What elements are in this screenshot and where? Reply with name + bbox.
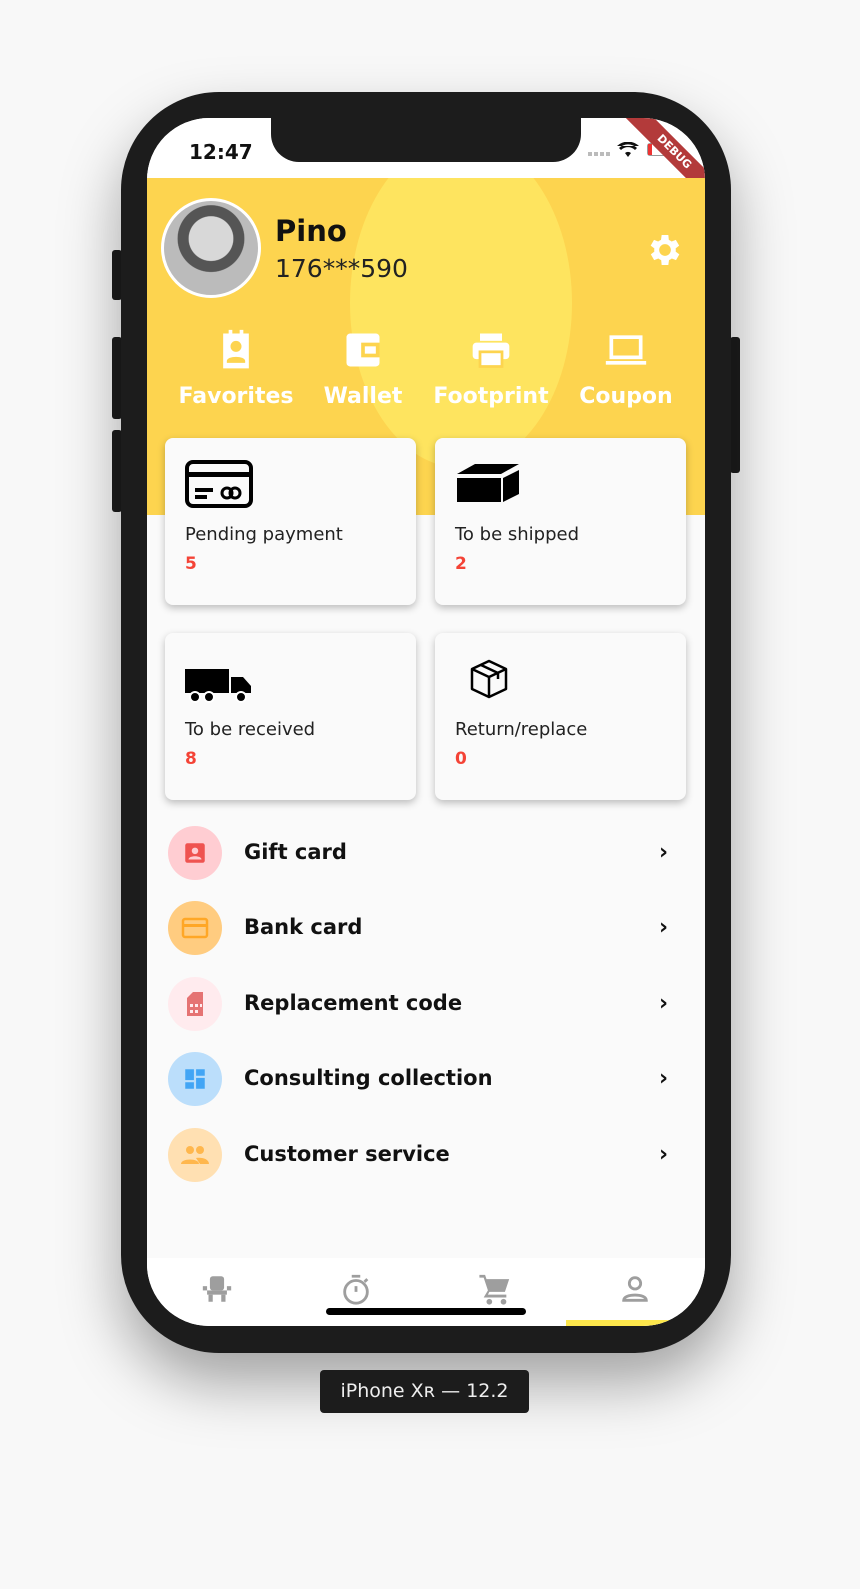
app-screen: 12:47 DEBUG Pino 176***590 Favorites Wal… — [147, 118, 705, 1326]
order-to-be-shipped[interactable]: To be shipped 2 — [435, 438, 686, 605]
quick-wallet[interactable]: Wallet — [298, 328, 428, 409]
status-time: 12:47 — [189, 140, 253, 164]
wallet-icon — [346, 333, 380, 367]
user-phone: 176***590 — [275, 254, 408, 283]
order-to-be-received[interactable]: To be received 8 — [165, 633, 416, 800]
bottom-nav — [147, 1258, 705, 1326]
dashboard-icon — [185, 1069, 205, 1089]
active-tab-indicator — [566, 1320, 705, 1326]
menu-gift-card[interactable]: Gift card › — [147, 818, 705, 888]
menu-label: Customer service — [244, 1142, 450, 1166]
order-return-replace[interactable]: Return/replace 0 — [435, 633, 686, 800]
order-label: Pending payment — [185, 524, 343, 545]
order-label: To be received — [185, 719, 316, 740]
credit-card-icon — [185, 460, 253, 508]
home-indicator[interactable] — [326, 1308, 526, 1315]
quick-favorites[interactable]: Favorites — [171, 328, 301, 409]
user-name: Pino — [275, 214, 347, 248]
signal-icon — [588, 152, 612, 156]
card-icon — [181, 917, 209, 939]
menu-label: Replacement code — [244, 991, 463, 1015]
chevron-right-icon: › — [659, 1142, 669, 1167]
truck-icon — [185, 669, 251, 703]
gear-icon[interactable] — [645, 230, 685, 270]
contact-icon — [185, 843, 205, 863]
chevron-right-icon: › — [659, 991, 669, 1016]
wifi-icon — [617, 142, 639, 157]
menu-replacement-code[interactable]: Replacement code › — [147, 969, 705, 1039]
order-pending-payment[interactable]: Pending payment 5 — [165, 438, 416, 605]
people-icon — [181, 1146, 209, 1164]
contact-calendar-icon — [223, 329, 249, 369]
menu-bank-card[interactable]: Bank card › — [147, 893, 705, 963]
device-label: iPhone Xʀ — 12.2 — [320, 1370, 529, 1413]
quick-label: Coupon — [579, 384, 673, 409]
menu-consulting-collection[interactable]: Consulting collection › — [147, 1044, 705, 1114]
order-count: 8 — [185, 749, 197, 769]
quick-footprint[interactable]: Footprint — [426, 328, 556, 409]
menu-label: Bank card — [244, 915, 363, 939]
menu-label: Consulting collection — [244, 1066, 493, 1090]
chevron-right-icon: › — [659, 1066, 669, 1091]
quick-coupon[interactable]: Coupon — [561, 328, 691, 409]
order-count: 2 — [455, 554, 467, 574]
order-count: 5 — [185, 554, 197, 574]
box-icon — [457, 464, 519, 502]
order-label: To be shipped — [455, 524, 580, 545]
laptop-icon — [605, 335, 647, 365]
printer-icon — [472, 333, 510, 368]
chevron-right-icon: › — [659, 915, 669, 940]
package-icon — [470, 659, 508, 699]
avatar[interactable] — [161, 198, 261, 298]
timer-icon[interactable] — [339, 1272, 373, 1306]
menu-customer-service[interactable]: Customer service › — [147, 1120, 705, 1190]
order-count: 0 — [455, 749, 467, 769]
quick-label: Favorites — [178, 384, 294, 409]
menu-label: Gift card — [244, 840, 347, 864]
seat-icon[interactable] — [200, 1272, 234, 1306]
quick-label: Wallet — [323, 384, 403, 409]
person-icon[interactable] — [618, 1272, 652, 1306]
cart-icon[interactable] — [478, 1272, 512, 1306]
order-label: Return/replace — [455, 719, 588, 740]
chevron-right-icon: › — [659, 840, 669, 865]
sim-card-icon — [187, 992, 203, 1016]
quick-label: Footprint — [433, 384, 549, 409]
